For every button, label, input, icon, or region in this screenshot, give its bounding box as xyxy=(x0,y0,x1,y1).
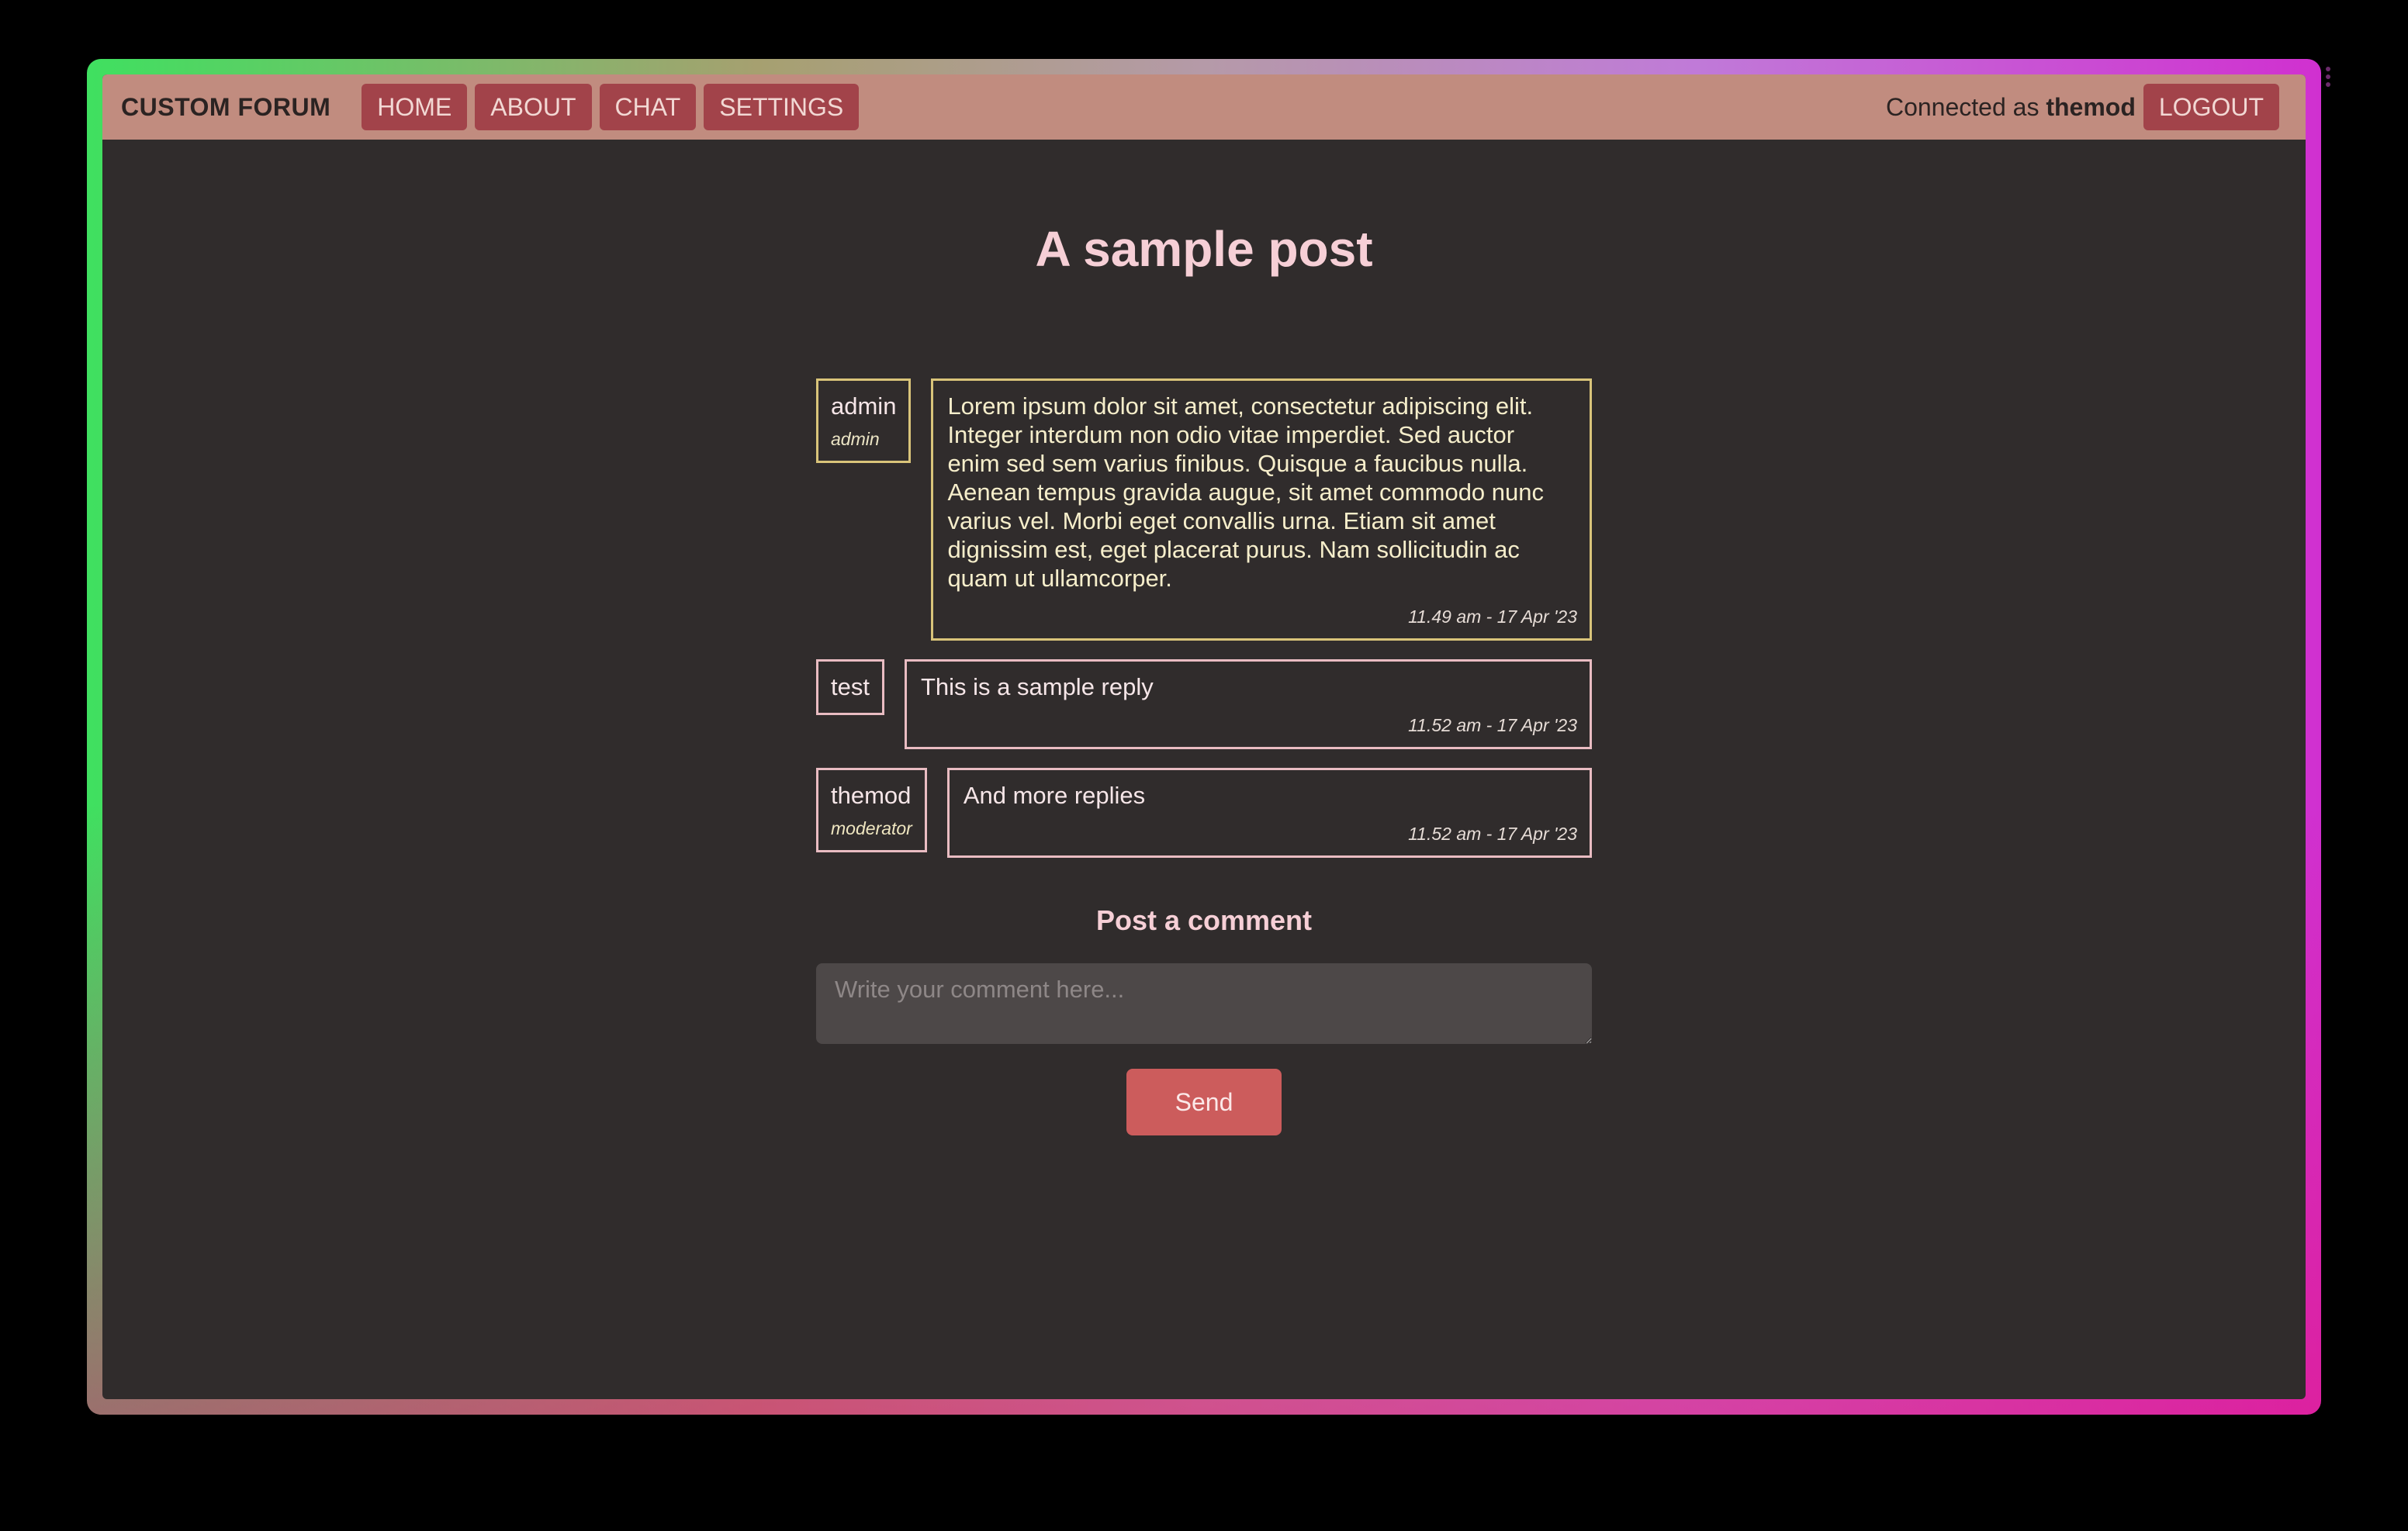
author-role: moderator xyxy=(831,818,912,838)
reply-message: themod moderator And more replies 11.52 … xyxy=(816,768,1592,858)
post-message: admin admin Lorem ipsum dolor sit amet, … xyxy=(816,378,1592,641)
message-timestamp: 11.52 am - 17 Apr '23 xyxy=(1408,824,1577,844)
author-name: test xyxy=(831,673,870,700)
message-body: Lorem ipsum dolor sit amet, consectetur … xyxy=(947,392,1545,592)
nav-chat-button[interactable]: CHAT xyxy=(599,84,697,130)
post-thread: admin admin Lorem ipsum dolor sit amet, … xyxy=(816,378,1592,1135)
message-body: And more replies xyxy=(963,782,1146,809)
message-timestamp: 11.52 am - 17 Apr '23 xyxy=(1408,715,1577,735)
top-navbar: CUSTOM FORUM HOME ABOUT CHAT SETTINGS Co… xyxy=(102,74,2306,140)
message-box: And more replies 11.52 am - 17 Apr '23 xyxy=(946,768,1592,858)
reply-author-card[interactable]: themod moderator xyxy=(816,768,927,852)
logout-button[interactable]: LOGOUT xyxy=(2143,84,2279,130)
grip-dot xyxy=(2326,82,2330,87)
connected-user-info: Connected as themod xyxy=(1886,93,2136,122)
window-frame: CUSTOM FORUM HOME ABOUT CHAT SETTINGS Co… xyxy=(87,59,2330,1415)
message-body: This is a sample reply xyxy=(920,673,1154,700)
nav-settings-button[interactable]: SETTINGS xyxy=(704,84,860,130)
message-timestamp: 11.49 am - 17 Apr '23 xyxy=(1408,607,1577,627)
send-button[interactable]: Send xyxy=(1126,1069,1282,1135)
grip-dot xyxy=(2326,74,2330,79)
connected-username: themod xyxy=(2046,92,2136,121)
page-title: A sample post xyxy=(1035,221,1373,277)
window-resize-grip-icon[interactable] xyxy=(2326,67,2332,90)
author-name: themod xyxy=(831,782,912,809)
browser-viewport: CUSTOM FORUM HOME ABOUT CHAT SETTINGS Co… xyxy=(102,74,2306,1399)
brand-logo[interactable]: CUSTOM FORUM xyxy=(121,93,330,122)
nav-home-button[interactable]: HOME xyxy=(362,84,468,130)
comment-input[interactable] xyxy=(816,963,1592,1044)
nav-about-button[interactable]: ABOUT xyxy=(475,84,592,130)
comment-section-title: Post a comment xyxy=(1095,904,1313,936)
message-box: Lorem ipsum dolor sit amet, consectetur … xyxy=(931,378,1592,641)
send-wrap: Send xyxy=(816,1069,1592,1135)
author-name: admin xyxy=(831,392,897,420)
message-box: This is a sample reply 11.52 am - 17 Apr… xyxy=(904,659,1592,749)
post-author-card[interactable]: admin admin xyxy=(816,378,912,463)
author-role: admin xyxy=(831,429,880,449)
connected-prefix: Connected as xyxy=(1885,92,2040,121)
reply-message: test This is a sample reply 11.52 am - 1… xyxy=(816,659,1592,749)
grip-dot xyxy=(2326,67,2330,71)
reply-author-card[interactable]: test xyxy=(816,659,884,715)
